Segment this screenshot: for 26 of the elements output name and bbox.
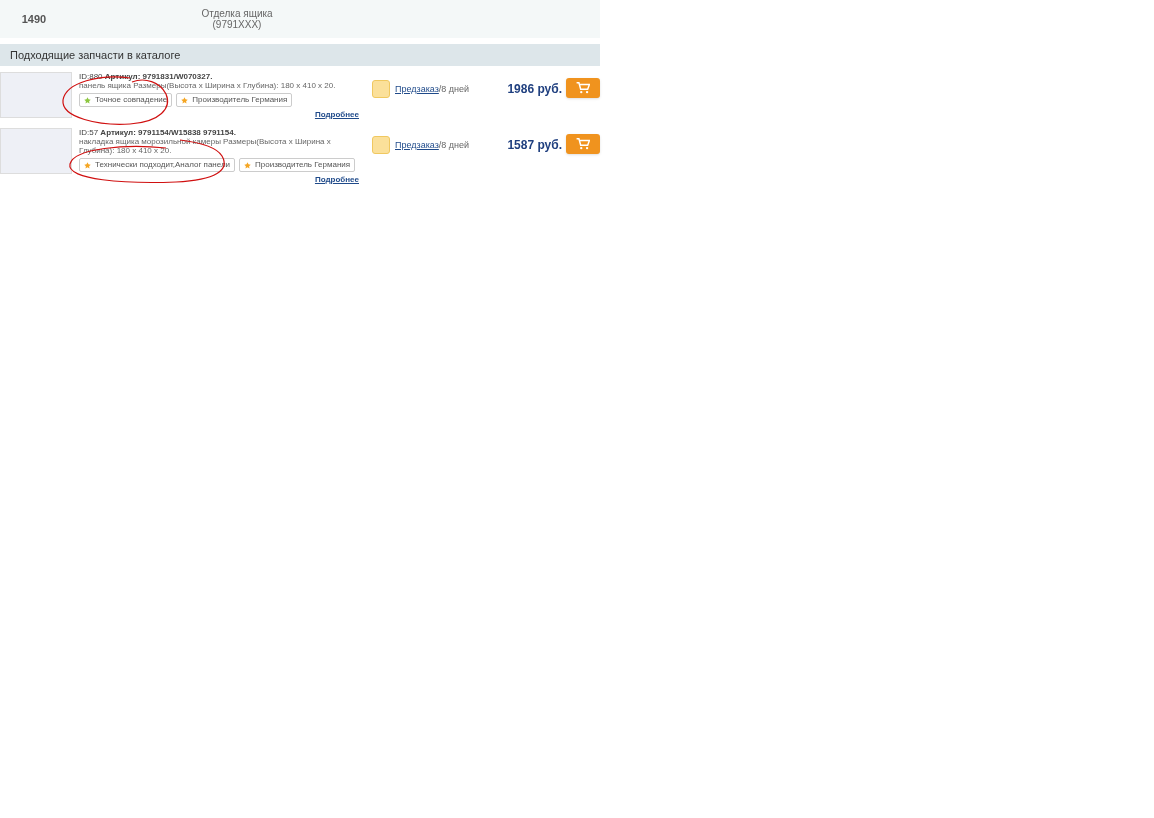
delivery-time: /8 дней (438, 140, 470, 150)
match-tag: Производитель Германия (176, 93, 293, 107)
item-id: ID:57 (79, 128, 99, 137)
cart-button[interactable] (566, 134, 600, 154)
more-link[interactable]: Подробнее (314, 174, 359, 186)
availability-icon (372, 136, 390, 154)
item-article: Артикул: 9791154/W15838 9791154. (100, 128, 236, 137)
price: 1986 руб. (507, 81, 562, 98)
row-number: 1490 (20, 11, 48, 27)
availability-icon (372, 80, 390, 98)
more-link[interactable]: Подробнее (314, 109, 359, 121)
price: 1587 руб. (507, 137, 562, 154)
photo-placeholder (0, 128, 72, 174)
section-title: Подходящие запчасти в каталоге (10, 47, 181, 63)
cart-button[interactable] (566, 78, 600, 98)
cart-icon (576, 138, 590, 150)
cart-icon (576, 82, 590, 94)
preorder-link[interactable]: Предзаказ (395, 84, 439, 94)
preorder-link[interactable]: Предзаказ (395, 140, 439, 150)
part-name: Отделка ящика (201, 8, 273, 19)
photo-placeholder (0, 72, 72, 118)
delivery-time: /8 дней (438, 84, 470, 94)
part-code: (9791XXX) (212, 19, 262, 30)
match-tag: Производитель Германия (239, 158, 356, 172)
item-id: ID:880 (79, 72, 103, 81)
match-tag: Точное совпадение (79, 93, 173, 107)
